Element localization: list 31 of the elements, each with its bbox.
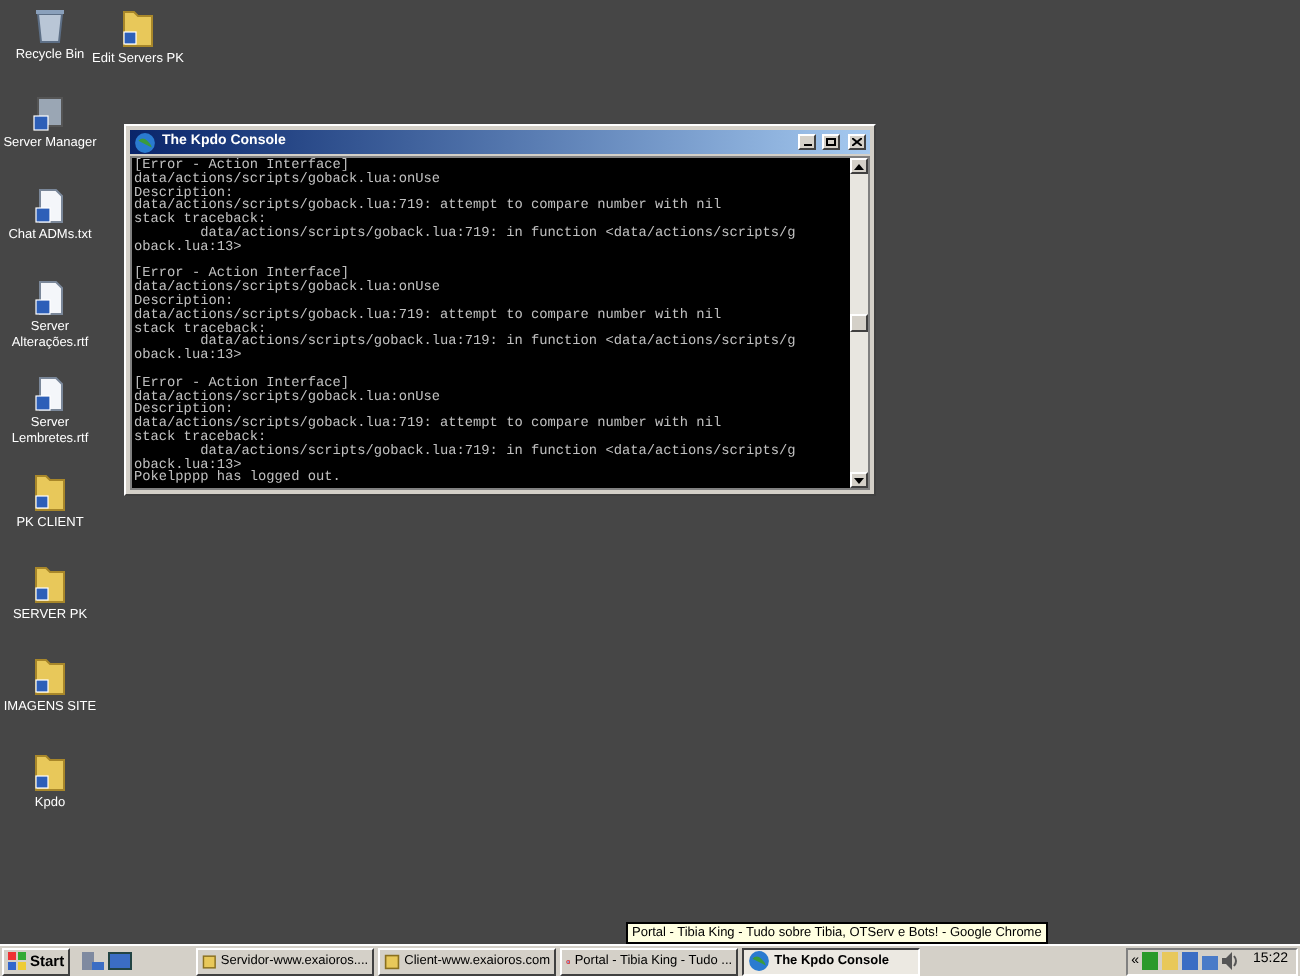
speaker-icon[interactable] — [1222, 952, 1241, 970]
close-button[interactable] — [848, 134, 866, 150]
desktop-icon[interactable] — [108, 951, 133, 971]
close-icon — [852, 138, 862, 146]
folder-icon — [122, 8, 154, 48]
maximize-icon — [826, 138, 836, 146]
network-icon[interactable] — [1202, 952, 1219, 970]
up-arrow-icon — [854, 163, 864, 169]
globe-icon — [748, 950, 771, 972]
globe-icon — [134, 131, 156, 153]
scroll-down-button[interactable] — [850, 472, 868, 488]
scrollbar[interactable] — [850, 158, 868, 488]
folder-icon — [34, 472, 66, 512]
server-icon — [32, 96, 68, 132]
minimize-icon — [803, 144, 811, 148]
down-arrow-icon — [854, 477, 864, 483]
scroll-up-button[interactable] — [850, 158, 868, 174]
folder-icon — [34, 752, 66, 792]
windows-logo-icon — [8, 952, 26, 970]
scroll-thumb[interactable] — [850, 314, 868, 332]
document-icon — [34, 280, 66, 316]
document-icon — [34, 188, 66, 224]
recycle-bin-icon — [34, 8, 66, 44]
folder-icon — [34, 656, 66, 696]
app-icon — [384, 951, 401, 971]
folder-icon — [34, 564, 66, 604]
document-icon — [34, 376, 66, 412]
app-icon — [202, 951, 217, 971]
minimize-button[interactable] — [798, 134, 816, 150]
maximize-button[interactable] — [822, 134, 840, 150]
server-icon[interactable] — [80, 950, 105, 972]
